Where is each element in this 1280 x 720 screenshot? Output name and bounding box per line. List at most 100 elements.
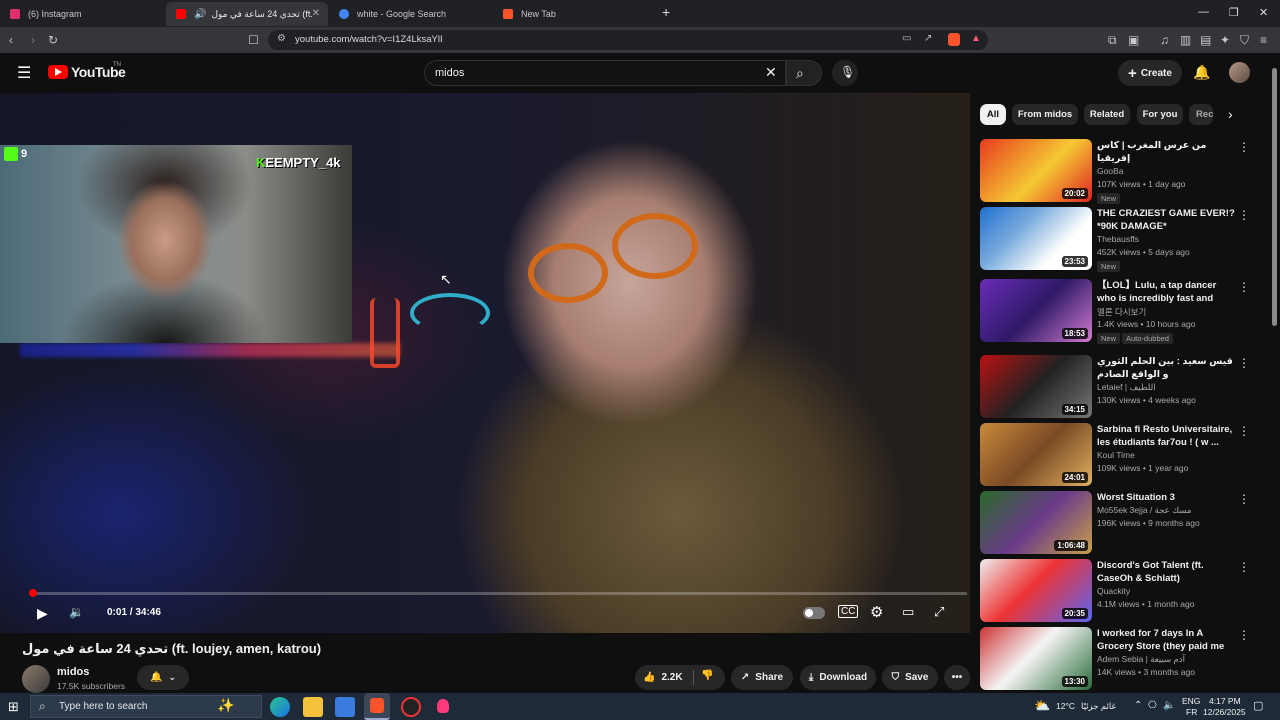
recommendation-channel[interactable]: Koul Time: [1097, 450, 1135, 460]
video-player[interactable]: 9 KEEMPTY_4k ↖ ▶ 🔉 0:01 / 34:46 CC ⚙ ▭ ⤢: [0, 93, 970, 633]
settings-gear-icon[interactable]: ⚙: [870, 603, 883, 621]
progress-scrubber[interactable]: [29, 589, 37, 597]
chip-all[interactable]: All: [980, 104, 1006, 125]
chip-related[interactable]: Related: [1084, 104, 1130, 125]
more-vertical-icon[interactable]: ⋮: [1238, 425, 1250, 437]
clock-time[interactable]: 4:17 PM: [1209, 696, 1241, 706]
create-button[interactable]: + Create: [1118, 60, 1182, 86]
bookmark-icon[interactable]: ☐: [248, 33, 259, 47]
save-button[interactable]: ⛉ Save: [882, 665, 938, 690]
play-button[interactable]: ▶: [37, 605, 48, 622]
recommendation-item[interactable]: 20:35 Discord's Got Talent (ft. CaseOh & …: [980, 559, 1265, 623]
recommendation-channel[interactable]: Quackity: [1097, 586, 1130, 596]
tray-chevron-up-icon[interactable]: ⌃: [1134, 700, 1142, 711]
sidebar-icon[interactable]: ▥: [1180, 33, 1191, 47]
chip-from-channel[interactable]: From midos: [1012, 104, 1078, 125]
tab-new-tab[interactable]: New Tab: [493, 2, 655, 26]
chip-for-you[interactable]: For you: [1137, 104, 1183, 125]
site-info-icon[interactable]: ⚙: [277, 33, 286, 44]
recommendation-item[interactable]: 20:02 من عرس المغرب | كاس إفريقيا GooBa 107…: [980, 139, 1265, 204]
recommendation-item[interactable]: 23:53 THE CRAZIEST GAME EVER!? *90K DAMAG…: [980, 207, 1265, 272]
recommendation-title[interactable]: Worst Situation 3: [1097, 491, 1237, 504]
windows-start-icon[interactable]: ⊞: [8, 699, 19, 715]
recommendation-channel[interactable]: Adem Sebia | آدم سبيعة: [1097, 654, 1185, 665]
recommendation-item[interactable]: 24:01 Sarbina fi Resto Universitaire, les…: [980, 423, 1265, 487]
edge-icon[interactable]: [270, 697, 290, 717]
channel-avatar[interactable]: [22, 665, 50, 693]
tab-instagram[interactable]: (6) Instagram: [0, 2, 165, 26]
weather-temperature[interactable]: 12°C: [1056, 701, 1075, 711]
file-explorer-icon[interactable]: [303, 697, 323, 717]
recommendation-title[interactable]: Sarbina fi Resto Universitaire, les étud…: [1097, 423, 1237, 449]
chip-recently-uploaded[interactable]: Rec: [1189, 104, 1213, 125]
notification-center-icon[interactable]: ▢: [1253, 699, 1263, 712]
wallet-icon[interactable]: ▤: [1200, 33, 1211, 47]
more-vertical-icon[interactable]: ⋮: [1238, 561, 1250, 573]
recommendation-item[interactable]: 13:30 I worked for 7 days In A Grocery St…: [980, 627, 1265, 691]
dislike-button[interactable]: 👎: [701, 670, 713, 681]
weather-icon[interactable]: ⛅: [1034, 698, 1050, 714]
recommendation-title[interactable]: قيس سعيد : بين الحلم الثوري و الواقع الص…: [1097, 355, 1237, 381]
tab-google-search[interactable]: white - Google Search: [329, 2, 491, 26]
more-vertical-icon[interactable]: ⋮: [1238, 281, 1250, 293]
minimize-button[interactable]: —: [1198, 6, 1209, 18]
menu-icon[interactable]: ≡: [1260, 33, 1267, 47]
video-thumbnail[interactable]: 20:35: [980, 559, 1092, 622]
page-scrollbar-thumb[interactable]: [1272, 68, 1277, 326]
hamburger-menu-icon[interactable]: ☰: [17, 63, 31, 83]
recommendation-item[interactable]: 18:53 【LOL】Lulu, a tap dancer who is incr…: [980, 279, 1265, 344]
network-icon[interactable]: ⎔: [1148, 700, 1157, 711]
video-thumbnail[interactable]: 20:02: [980, 139, 1092, 202]
tab-youtube-active[interactable]: 🔊 تحدي 24 ساعة في مول (ft. loujey, amen,…: [166, 2, 328, 26]
recommendation-title[interactable]: I worked for 7 days In A Grocery Store (…: [1097, 627, 1237, 653]
subscribed-notifications-button[interactable]: 🔔 ⌄: [137, 665, 189, 690]
miniplayer-icon[interactable]: ▭: [902, 604, 914, 620]
recommendation-channel[interactable]: Thebausffs: [1097, 234, 1139, 244]
leo-ai-icon[interactable]: ✦: [1220, 33, 1230, 47]
autoplay-toggle[interactable]: [803, 607, 825, 619]
media-icon[interactable]: ♫: [1160, 33, 1169, 47]
keyboard-layout[interactable]: FR: [1186, 707, 1197, 717]
language-indicator[interactable]: ENG: [1182, 696, 1200, 706]
more-vertical-icon[interactable]: ⋮: [1238, 209, 1250, 221]
progress-bar[interactable]: [30, 592, 967, 595]
recommendation-item[interactable]: 34:15 قيس سعيد : بين الحلم الثوري و الواق…: [980, 355, 1265, 419]
extensions-icon[interactable]: ⧉: [1108, 33, 1117, 47]
share-button[interactable]: ↗ Share: [731, 665, 793, 690]
voice-search-button[interactable]: 🎙: [832, 60, 858, 86]
share-page-icon[interactable]: ↗: [924, 33, 932, 44]
more-vertical-icon[interactable]: ⋮: [1238, 141, 1250, 153]
new-tab-button[interactable]: +: [662, 4, 670, 20]
search-input[interactable]: midos ✕: [424, 60, 786, 86]
video-thumbnail[interactable]: 24:01: [980, 423, 1092, 486]
recommendation-item[interactable]: 1:06:48 Worst Situation 3 Mo55ek 3ejja / م…: [980, 491, 1265, 555]
clear-search-icon[interactable]: ✕: [765, 64, 777, 81]
video-thumbnail[interactable]: 18:53: [980, 279, 1092, 342]
notifications-bell-icon[interactable]: 🔔: [1193, 64, 1210, 81]
taskbar-search-input[interactable]: ⌕ Type here to search ✨: [30, 695, 262, 718]
video-thumbnail[interactable]: 1:06:48: [980, 491, 1092, 554]
brave-nightly-icon[interactable]: [433, 697, 453, 717]
reload-icon[interactable]: ↻: [48, 33, 58, 47]
more-vertical-icon[interactable]: ⋮: [1238, 493, 1250, 505]
clock-date[interactable]: 12/26/2025: [1203, 707, 1246, 717]
vpn-icon[interactable]: ⛉: [1240, 33, 1249, 47]
recommendation-title[interactable]: من عرس المغرب | كاس إفريقيا: [1097, 139, 1237, 165]
video-thumbnail[interactable]: 23:53: [980, 207, 1092, 270]
search-button[interactable]: ⌕: [786, 60, 822, 86]
more-vertical-icon[interactable]: ⋮: [1238, 629, 1250, 641]
recommendation-channel[interactable]: GooBa: [1097, 166, 1123, 176]
recommendation-title[interactable]: THE CRAZIEST GAME EVER!? *90K DAMAGE*: [1097, 207, 1237, 233]
volume-icon[interactable]: 🔉: [69, 605, 84, 619]
audio-playing-icon[interactable]: 🔊: [194, 9, 206, 20]
brave-taskbar-app[interactable]: [364, 693, 390, 720]
recommendation-channel[interactable]: Mo55ek 3ejja / مسك عجة: [1097, 505, 1191, 516]
recommendation-channel[interactable]: Letaief | اللطيف: [1097, 382, 1156, 393]
recommendation-title[interactable]: 【LOL】Lulu, a tap dancer who is incredibl…: [1097, 279, 1237, 305]
captions-button[interactable]: CC: [838, 605, 859, 618]
obs-icon[interactable]: [401, 697, 421, 717]
weather-description[interactable]: غائم جزئيًا: [1081, 701, 1116, 712]
chevron-right-icon[interactable]: ›: [1228, 106, 1233, 122]
recommendation-title[interactable]: Discord's Got Talent (ft. CaseOh & Schla…: [1097, 559, 1237, 585]
video-thumbnail[interactable]: 13:30: [980, 627, 1092, 690]
